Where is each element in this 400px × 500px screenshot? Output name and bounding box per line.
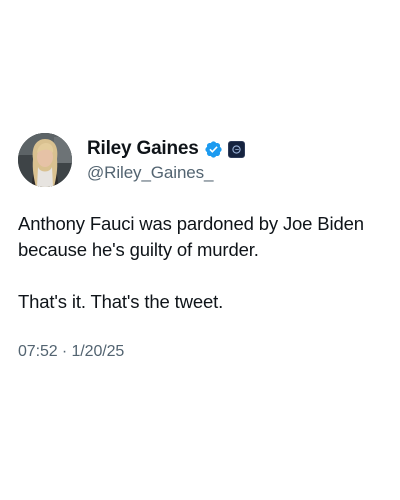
tweet-paragraph: Anthony Fauci was pardoned by Joe Biden … xyxy=(18,213,364,260)
name-line: Riley Gaines xyxy=(87,137,245,161)
user-handle[interactable]: @Riley_Gaines_ xyxy=(87,163,245,183)
affiliate-badge-icon[interactable] xyxy=(227,140,245,158)
display-name[interactable]: Riley Gaines xyxy=(87,138,199,160)
tweet-timestamp[interactable]: 07:52 · 1/20/25 xyxy=(18,343,124,361)
tweet-text: Anthony Fauci was pardoned by Joe Biden … xyxy=(18,211,388,315)
tweet-card: Riley Gaines @Riley_Gaines_ Anthony Fauc… xyxy=(0,0,400,500)
author-row: Riley Gaines @Riley_Gaines_ xyxy=(18,133,245,187)
verified-badge-icon xyxy=(204,140,223,159)
avatar-image xyxy=(18,133,72,187)
tweet-paragraph: That's it. That's the tweet. xyxy=(18,291,224,312)
tweet-time: 07:52 xyxy=(18,343,58,360)
tweet-date: 1/20/25 xyxy=(71,343,125,360)
avatar[interactable] xyxy=(18,133,72,187)
author-names: Riley Gaines @Riley_Gaines_ xyxy=(87,137,245,183)
timestamp-separator: · xyxy=(61,343,68,360)
